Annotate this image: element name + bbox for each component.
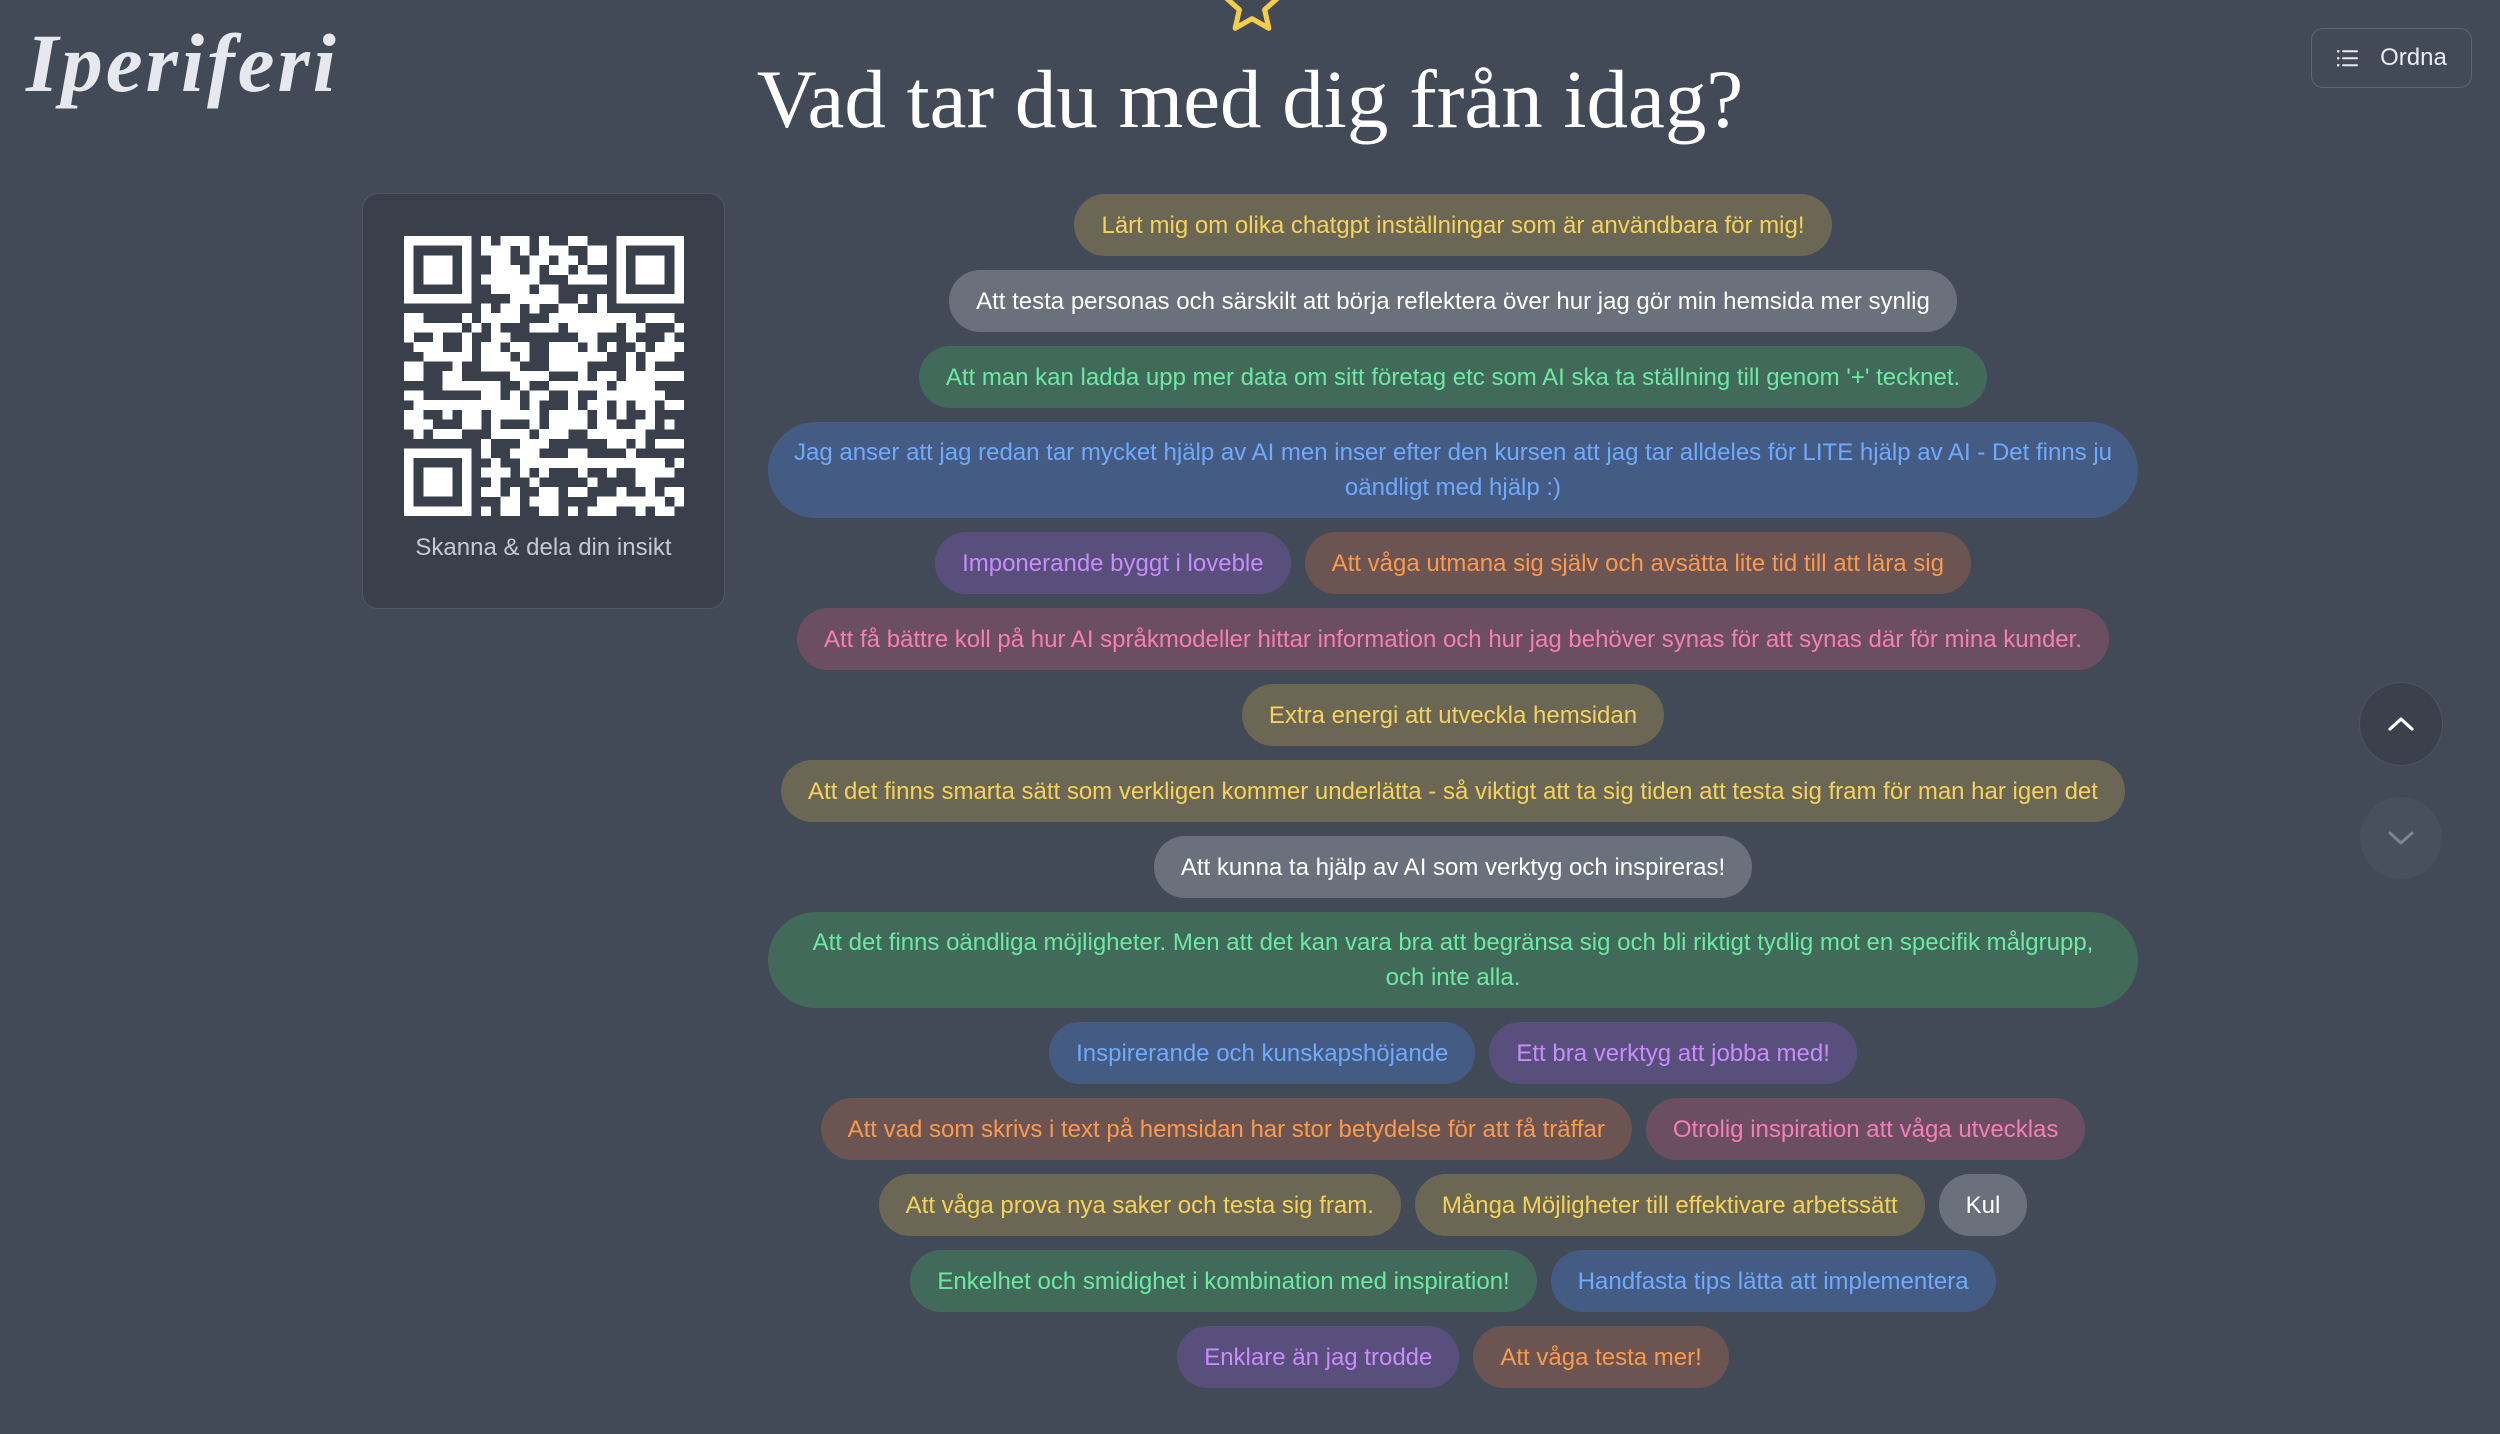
insight-row: Att man kan ladda upp mer data om sitt f… <box>768 346 2138 408</box>
insight-pill[interactable]: Att det finns smarta sätt som verkligen … <box>781 760 2125 822</box>
insight-pill[interactable]: Att få bättre koll på hur AI språkmodell… <box>797 608 2109 670</box>
insight-pill[interactable]: Att det finns oändliga möjligheter. Men … <box>768 912 2138 1008</box>
insight-pill[interactable]: Enkelhet och smidighet i kombination med… <box>910 1250 1537 1312</box>
insight-pill[interactable]: Många Möjligheter till effektivare arbet… <box>1414 1174 1925 1236</box>
chevron-up-icon <box>2388 717 2414 731</box>
insight-row: Inspirerande och kunskapshöjande Ett bra… <box>768 1022 2138 1084</box>
star-icon <box>1224 0 1280 31</box>
insight-pill[interactable]: Att vad som skrivs i text på hemsidan ha… <box>820 1098 1632 1160</box>
insight-row: Att våga prova nya saker och testa sig f… <box>768 1174 2138 1236</box>
insight-pill[interactable]: Lärt mig om olika chatgpt inställningar … <box>1074 194 1832 256</box>
insight-pill[interactable]: Att våga utmana sig själv och avsätta li… <box>1304 532 1971 594</box>
insight-row: Extra energi att utveckla hemsidan <box>768 684 2138 746</box>
insight-pill[interactable]: Handfasta tips lätta att implementera <box>1550 1250 1996 1312</box>
insight-pill[interactable]: Inspirerande och kunskapshöjande <box>1049 1022 1476 1084</box>
insight-wall: Iperiferi Vad tar du med dig från idag? … <box>0 0 2500 1434</box>
insight-row: Att få bättre koll på hur AI språkmodell… <box>768 608 2138 670</box>
insight-row: Att vad som skrivs i text på hemsidan ha… <box>768 1098 2138 1160</box>
order-button[interactable]: Ordna <box>2311 28 2472 88</box>
order-button-label: Ordna <box>2380 44 2447 71</box>
scroll-up-button[interactable] <box>2359 682 2443 766</box>
insight-row: Att testa personas och särskilt att börj… <box>768 270 2138 332</box>
insight-pill[interactable]: Att våga testa mer! <box>1473 1326 1729 1388</box>
scroll-down-button[interactable] <box>2360 797 2442 879</box>
page-title: Vad tar du med dig från idag? <box>756 53 1744 145</box>
insight-row: Att kunna ta hjälp av AI som verktyg och… <box>768 836 2138 898</box>
insight-row: Enkelhet och smidighet i kombination med… <box>768 1250 2138 1312</box>
insight-pill[interactable]: Ett bra verktyg att jobba med! <box>1489 1022 1857 1084</box>
insight-pill[interactable]: Imponerande byggt i loveble <box>935 532 1291 594</box>
insight-pill[interactable]: Jag anser att jag redan tar mycket hjälp… <box>768 422 2138 518</box>
insight-pill[interactable]: Otrolig inspiration att våga utvecklas <box>1645 1098 2086 1160</box>
insight-row: Imponerande byggt i loveble Att våga utm… <box>768 532 2138 594</box>
insight-row: Lärt mig om olika chatgpt inställningar … <box>768 194 2138 256</box>
insight-pill[interactable]: Extra energi att utveckla hemsidan <box>1241 684 1665 746</box>
insight-pill[interactable]: Enklare än jag trodde <box>1177 1326 1460 1388</box>
insight-list: Lärt mig om olika chatgpt inställningar … <box>768 194 2138 1402</box>
list-icon <box>2337 50 2359 67</box>
qr-caption: Skanna & dela din insikt <box>415 534 672 561</box>
insight-pill[interactable]: Att kunna ta hjälp av AI som verktyg och… <box>1153 836 1753 898</box>
insight-pill[interactable]: Att man kan ladda upp mer data om sitt f… <box>918 346 1988 408</box>
chevron-down-icon <box>2388 831 2414 845</box>
insight-row: Jag anser att jag redan tar mycket hjälp… <box>768 422 2138 518</box>
insight-pill[interactable]: Att testa personas och särskilt att börj… <box>949 270 1957 332</box>
qr-card: Skanna & dela din insikt <box>362 193 725 609</box>
insight-pill[interactable]: Kul <box>1938 1174 2028 1236</box>
insight-row: Att det finns smarta sätt som verkligen … <box>768 760 2138 822</box>
insight-pill[interactable]: Att våga prova nya saker och testa sig f… <box>878 1174 1401 1236</box>
qr-code[interactable] <box>404 236 684 516</box>
insight-row: Enklare än jag trodde Att våga testa mer… <box>768 1326 2138 1388</box>
insight-row: Att det finns oändliga möjligheter. Men … <box>768 912 2138 1008</box>
